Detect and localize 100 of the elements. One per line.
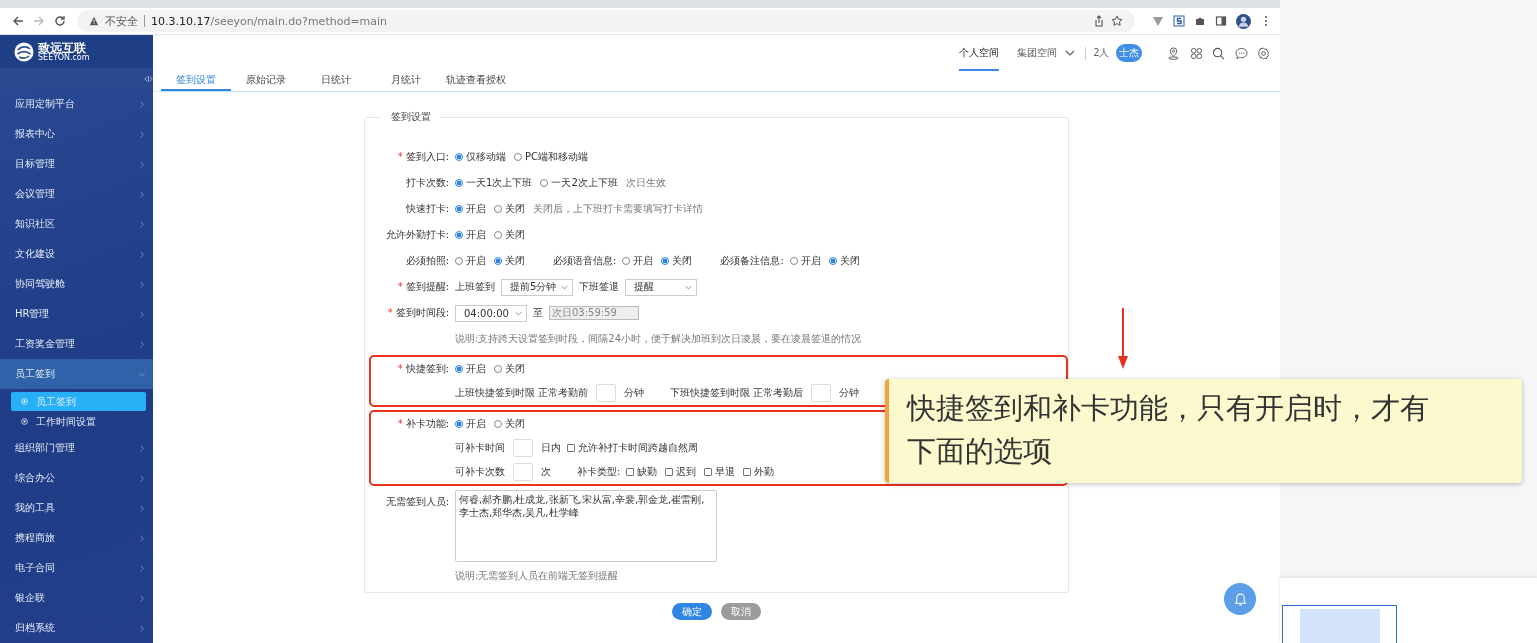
input-field[interactable] xyxy=(513,439,533,457)
radio-option[interactable]: 一天1次上下班 xyxy=(455,176,533,190)
radio-option[interactable]: 关闭 xyxy=(828,254,860,268)
sidebar-item[interactable]: 工资奖金管理 xyxy=(0,329,153,359)
sidebar-item[interactable]: 综合办公 xyxy=(0,463,153,493)
chevron-icon xyxy=(515,310,522,316)
sidebar-subitem[interactable]: 工作时间设置 xyxy=(11,412,146,431)
input-field[interactable] xyxy=(596,384,617,402)
input-field[interactable] xyxy=(811,384,832,402)
inline-label: 下班签退 xyxy=(579,280,619,294)
chevron-icon xyxy=(140,280,144,288)
sidebar-item[interactable]: 应用定制平台 xyxy=(0,89,153,119)
input-field[interactable] xyxy=(513,463,533,481)
radio-option[interactable]: 开启 xyxy=(455,412,486,436)
sidebar-item[interactable]: 员工签到 xyxy=(0,359,153,389)
dropdown[interactable]: 提前5分钟 xyxy=(501,278,573,296)
sidebar-item[interactable]: 携程商旅 xyxy=(0,523,153,553)
sidebar-item[interactable]: 电子合同 xyxy=(0,553,153,583)
chevron-icon xyxy=(140,534,144,542)
hint-text: 关闭后，上下班打卡需要填写打卡详情 xyxy=(533,202,703,216)
radio-option[interactable]: 开启 xyxy=(455,254,486,268)
notification-button[interactable] xyxy=(1224,583,1256,615)
dropdown[interactable]: 04:00:00 xyxy=(455,304,527,322)
space-tab[interactable]: 集团空间 xyxy=(1017,35,1076,71)
checkbox-option[interactable]: 缺勤 xyxy=(626,460,658,484)
tab[interactable]: 轨迹查看授权 xyxy=(441,71,511,91)
star-icon[interactable] xyxy=(1111,15,1123,27)
logo-icon xyxy=(14,41,34,62)
chevron-icon xyxy=(140,564,144,572)
dot-icon xyxy=(21,418,28,425)
hint-text: 说明:无需签到人员在前端无签到提醒 xyxy=(455,569,619,583)
sidebar-item[interactable]: 我的工具 xyxy=(0,493,153,523)
settings-icon[interactable] xyxy=(1257,46,1270,60)
dropdown[interactable]: 提醒 xyxy=(625,278,697,296)
apps-icon[interactable] xyxy=(1189,46,1203,60)
avatar-icon[interactable] xyxy=(1236,13,1251,29)
sidebar-item[interactable]: 报表中心 xyxy=(0,119,153,149)
extension-icon[interactable] xyxy=(1173,15,1185,27)
chat-icon[interactable] xyxy=(1234,46,1248,60)
reload-icon[interactable] xyxy=(54,15,66,27)
radio-option[interactable]: 仅移动端 xyxy=(455,150,506,164)
inline-label: 上班签到 xyxy=(455,280,495,294)
radio-option[interactable]: 开启 xyxy=(455,202,486,216)
chevron-icon xyxy=(140,100,144,108)
inline-label: 次 xyxy=(541,465,551,479)
radio-option[interactable]: 关闭 xyxy=(494,228,525,242)
radio-option[interactable]: 关闭 xyxy=(661,254,693,268)
sidebar-item[interactable]: HR管理 xyxy=(0,299,153,329)
field-label: 补卡功能: xyxy=(405,418,449,429)
checkbox-option[interactable]: 外勤 xyxy=(743,460,775,484)
radio-option[interactable]: 开启 xyxy=(789,254,821,268)
sidebar-item[interactable]: 归档系统 xyxy=(0,613,153,643)
tab[interactable]: 签到设置 xyxy=(161,71,231,91)
confirm-button[interactable]: 确定 xyxy=(672,603,712,620)
sidebar-item[interactable]: 知识社区 xyxy=(0,209,153,239)
tab[interactable]: 月统计 xyxy=(371,71,441,91)
collapse-icon[interactable] xyxy=(144,75,153,82)
chevron-icon xyxy=(561,284,568,290)
online-count[interactable]: 2人 xyxy=(1093,46,1110,60)
chevron-icon xyxy=(140,474,144,482)
radio-option[interactable]: 关闭 xyxy=(494,357,525,381)
radio-option[interactable]: 关闭 xyxy=(494,254,525,268)
location-icon[interactable] xyxy=(1167,46,1180,60)
checkbox-option[interactable]: 迟到 xyxy=(665,460,697,484)
radio-option[interactable]: 开启 xyxy=(455,357,486,381)
space-tab[interactable]: 个人空间 xyxy=(959,35,1000,71)
radio-option[interactable]: 开启 xyxy=(622,254,654,268)
sidebar-item[interactable]: 银企联 xyxy=(0,583,153,613)
chevron-icon xyxy=(140,340,144,348)
hint-text: 次日生效 xyxy=(625,176,666,190)
tab[interactable]: 原始记录 xyxy=(231,71,301,91)
checkbox-option[interactable]: 早退 xyxy=(704,460,736,484)
back-icon[interactable] xyxy=(12,15,24,27)
sidebar-item[interactable]: 会议管理 xyxy=(0,179,153,209)
sidebar-item[interactable]: 协同驾驶舱 xyxy=(0,269,153,299)
chevron-icon xyxy=(140,444,144,452)
search-icon[interactable] xyxy=(1212,46,1225,60)
side-panel-icon[interactable] xyxy=(1215,15,1227,27)
share-icon[interactable] xyxy=(1093,15,1105,27)
sidebar-item[interactable]: 文化建设 xyxy=(0,239,153,269)
radio-option[interactable]: 一天2次上下班 xyxy=(540,176,618,190)
tab[interactable]: 日统计 xyxy=(301,71,371,91)
required-mark: * xyxy=(397,281,403,292)
bell-icon xyxy=(1232,591,1248,607)
chevron-icon xyxy=(140,624,144,632)
field-label: 签到时间段: xyxy=(395,307,449,318)
radio-option[interactable]: 开启 xyxy=(455,228,486,242)
extension-icon[interactable] xyxy=(1152,15,1164,27)
inline-label: 上班快捷签到时限 正常考勤前 xyxy=(455,386,589,400)
text-area[interactable]: 何睿,郝齐鹏,杜成龙,张新飞,宋从富,辛裴,郭金龙,崔雷刚,李士杰,郑华杰,吴凡,杜学峰 xyxy=(455,490,717,562)
address-bar[interactable]: 不安全 10.3.10.17/seeyon/main.do?method=main xyxy=(77,10,1135,32)
field-label: 无需签到人员: xyxy=(385,496,449,507)
checkbox-option[interactable]: 允许补打卡时间跨越自然周 xyxy=(567,436,698,460)
sidebar-item[interactable]: 目标管理 xyxy=(0,149,153,179)
sidebar-item[interactable]: 组织部门管理 xyxy=(0,433,153,463)
radio-option[interactable]: PC端和移动端 xyxy=(514,150,588,164)
chevron-icon xyxy=(140,130,144,138)
radio-option[interactable]: 关闭 xyxy=(494,202,525,216)
radio-option[interactable]: 关闭 xyxy=(494,412,525,436)
logo-subtext: SEEYON.com xyxy=(38,53,90,62)
